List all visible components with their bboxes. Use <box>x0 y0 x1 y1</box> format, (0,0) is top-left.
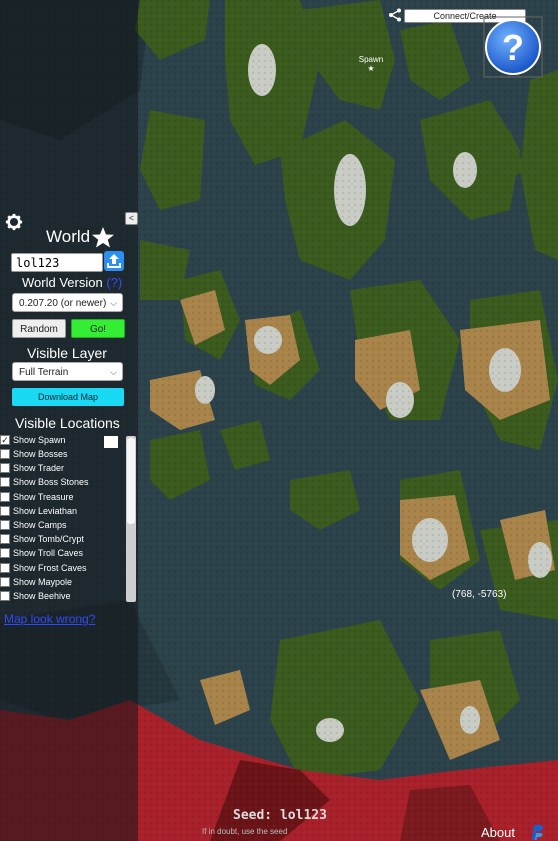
checkbox[interactable] <box>0 591 10 601</box>
question-mark-icon[interactable]: ? <box>483 16 543 78</box>
version-help-link[interactable]: (?) <box>106 275 122 290</box>
sidebar-panel: < World World Version (?) 0.207.20 (or n… <box>0 0 138 841</box>
gear-icon[interactable] <box>5 213 23 231</box>
visible-locations-label: Visible Locations <box>15 415 120 431</box>
seed-display: Seed: lol123 <box>233 808 327 823</box>
location-label: Show Troll Caves <box>13 548 84 558</box>
upload-icon <box>107 254 121 268</box>
cursor-coordinates: (768, -5763) <box>452 589 507 600</box>
world-version-value: 0.207.20 (or newer) <box>19 298 107 309</box>
checkbox[interactable] <box>0 463 10 473</box>
location-toggle-beehive[interactable]: Show Beehive <box>0 590 124 603</box>
location-toggle-trader[interactable]: Show Trader <box>0 462 124 475</box>
location-label: Show Bosses <box>13 449 68 459</box>
location-label: Show Maypole <box>13 577 73 587</box>
favorite-star-icon[interactable] <box>91 226 115 248</box>
random-button[interactable]: Random <box>12 319 66 338</box>
world-version-text: World Version <box>22 275 103 290</box>
location-label: Show Spawn <box>13 435 66 445</box>
location-toggle-maypole[interactable]: Show Maypole <box>0 576 124 589</box>
location-toggle-treasure[interactable]: Show Treasure <box>0 491 124 504</box>
location-label: Show Tomb/Crypt <box>13 534 84 544</box>
seed-input[interactable] <box>11 253 103 272</box>
location-toggle-frost-caves[interactable]: Show Frost Caves <box>0 562 124 575</box>
location-toggle-tomb-crypt[interactable]: Show Tomb/Crypt <box>0 533 124 546</box>
chevron-down-icon: ⌵ <box>110 298 117 308</box>
location-label: Show Camps <box>13 520 67 530</box>
location-label: Show Treasure <box>13 492 74 502</box>
checkbox[interactable] <box>0 520 10 530</box>
download-map-button[interactable]: Download Map <box>12 388 124 406</box>
location-toggle-spawn[interactable]: ✓ Show Spawn <box>0 434 124 448</box>
location-label: Show Frost Caves <box>13 563 87 573</box>
spawn-color-swatch[interactable] <box>104 436 118 448</box>
collapse-sidebar-button[interactable]: < <box>125 212 138 225</box>
checkbox[interactable] <box>0 548 10 558</box>
location-label: Show Boss Stones <box>13 477 89 487</box>
location-toggle-boss-stones[interactable]: Show Boss Stones <box>0 476 124 489</box>
spawn-icon: ★ <box>367 64 375 73</box>
checkbox[interactable] <box>0 477 10 487</box>
checkbox[interactable] <box>0 563 10 573</box>
checkbox[interactable]: ✓ <box>0 435 10 445</box>
spawn-marker[interactable]: Spawn ★ <box>357 55 385 73</box>
upload-button[interactable] <box>104 251 124 271</box>
svg-text:?: ? <box>502 27 524 68</box>
checkbox[interactable] <box>0 577 10 587</box>
checkbox[interactable] <box>0 506 10 516</box>
about-link[interactable]: About <box>481 825 515 840</box>
location-toggle-troll-caves[interactable]: Show Troll Caves <box>0 547 124 560</box>
checkbox[interactable] <box>0 534 10 544</box>
world-title: World <box>46 227 91 246</box>
visible-layer-value: Full Terrain <box>19 367 69 378</box>
share-icon[interactable] <box>388 8 402 22</box>
location-toggle-leviathan[interactable]: Show Leviathan <box>0 505 124 518</box>
checkbox[interactable] <box>0 449 10 459</box>
checkbox[interactable] <box>0 492 10 502</box>
world-version-label: World Version (?) <box>22 275 122 290</box>
world-version-select[interactable]: 0.207.20 (or newer) ⌵ <box>12 293 123 312</box>
map-look-wrong-link[interactable]: Map look wrong? <box>4 612 95 626</box>
location-toggle-camps[interactable]: Show Camps <box>0 519 124 532</box>
visible-layer-label: Visible Layer <box>27 345 107 361</box>
visible-layer-select[interactable]: Full Terrain ⌵ <box>12 362 123 381</box>
locations-scroll-thumb[interactable] <box>127 438 135 524</box>
location-label: Show Leviathan <box>13 506 78 516</box>
location-toggle-bosses[interactable]: Show Bosses <box>0 448 124 461</box>
chevron-down-icon: ⌵ <box>110 367 117 377</box>
spawn-label: Spawn <box>358 55 384 64</box>
locations-list: ✓ Show Spawn Show Bosses Show Trader Sho… <box>0 434 138 604</box>
go-button[interactable]: Go! <box>71 319 125 338</box>
location-label: Show Trader <box>13 463 65 473</box>
paypal-icon[interactable] <box>529 823 545 841</box>
seed-hint: If in doubt, use the seed <box>202 827 288 836</box>
location-label: Show Beehive <box>13 591 71 601</box>
